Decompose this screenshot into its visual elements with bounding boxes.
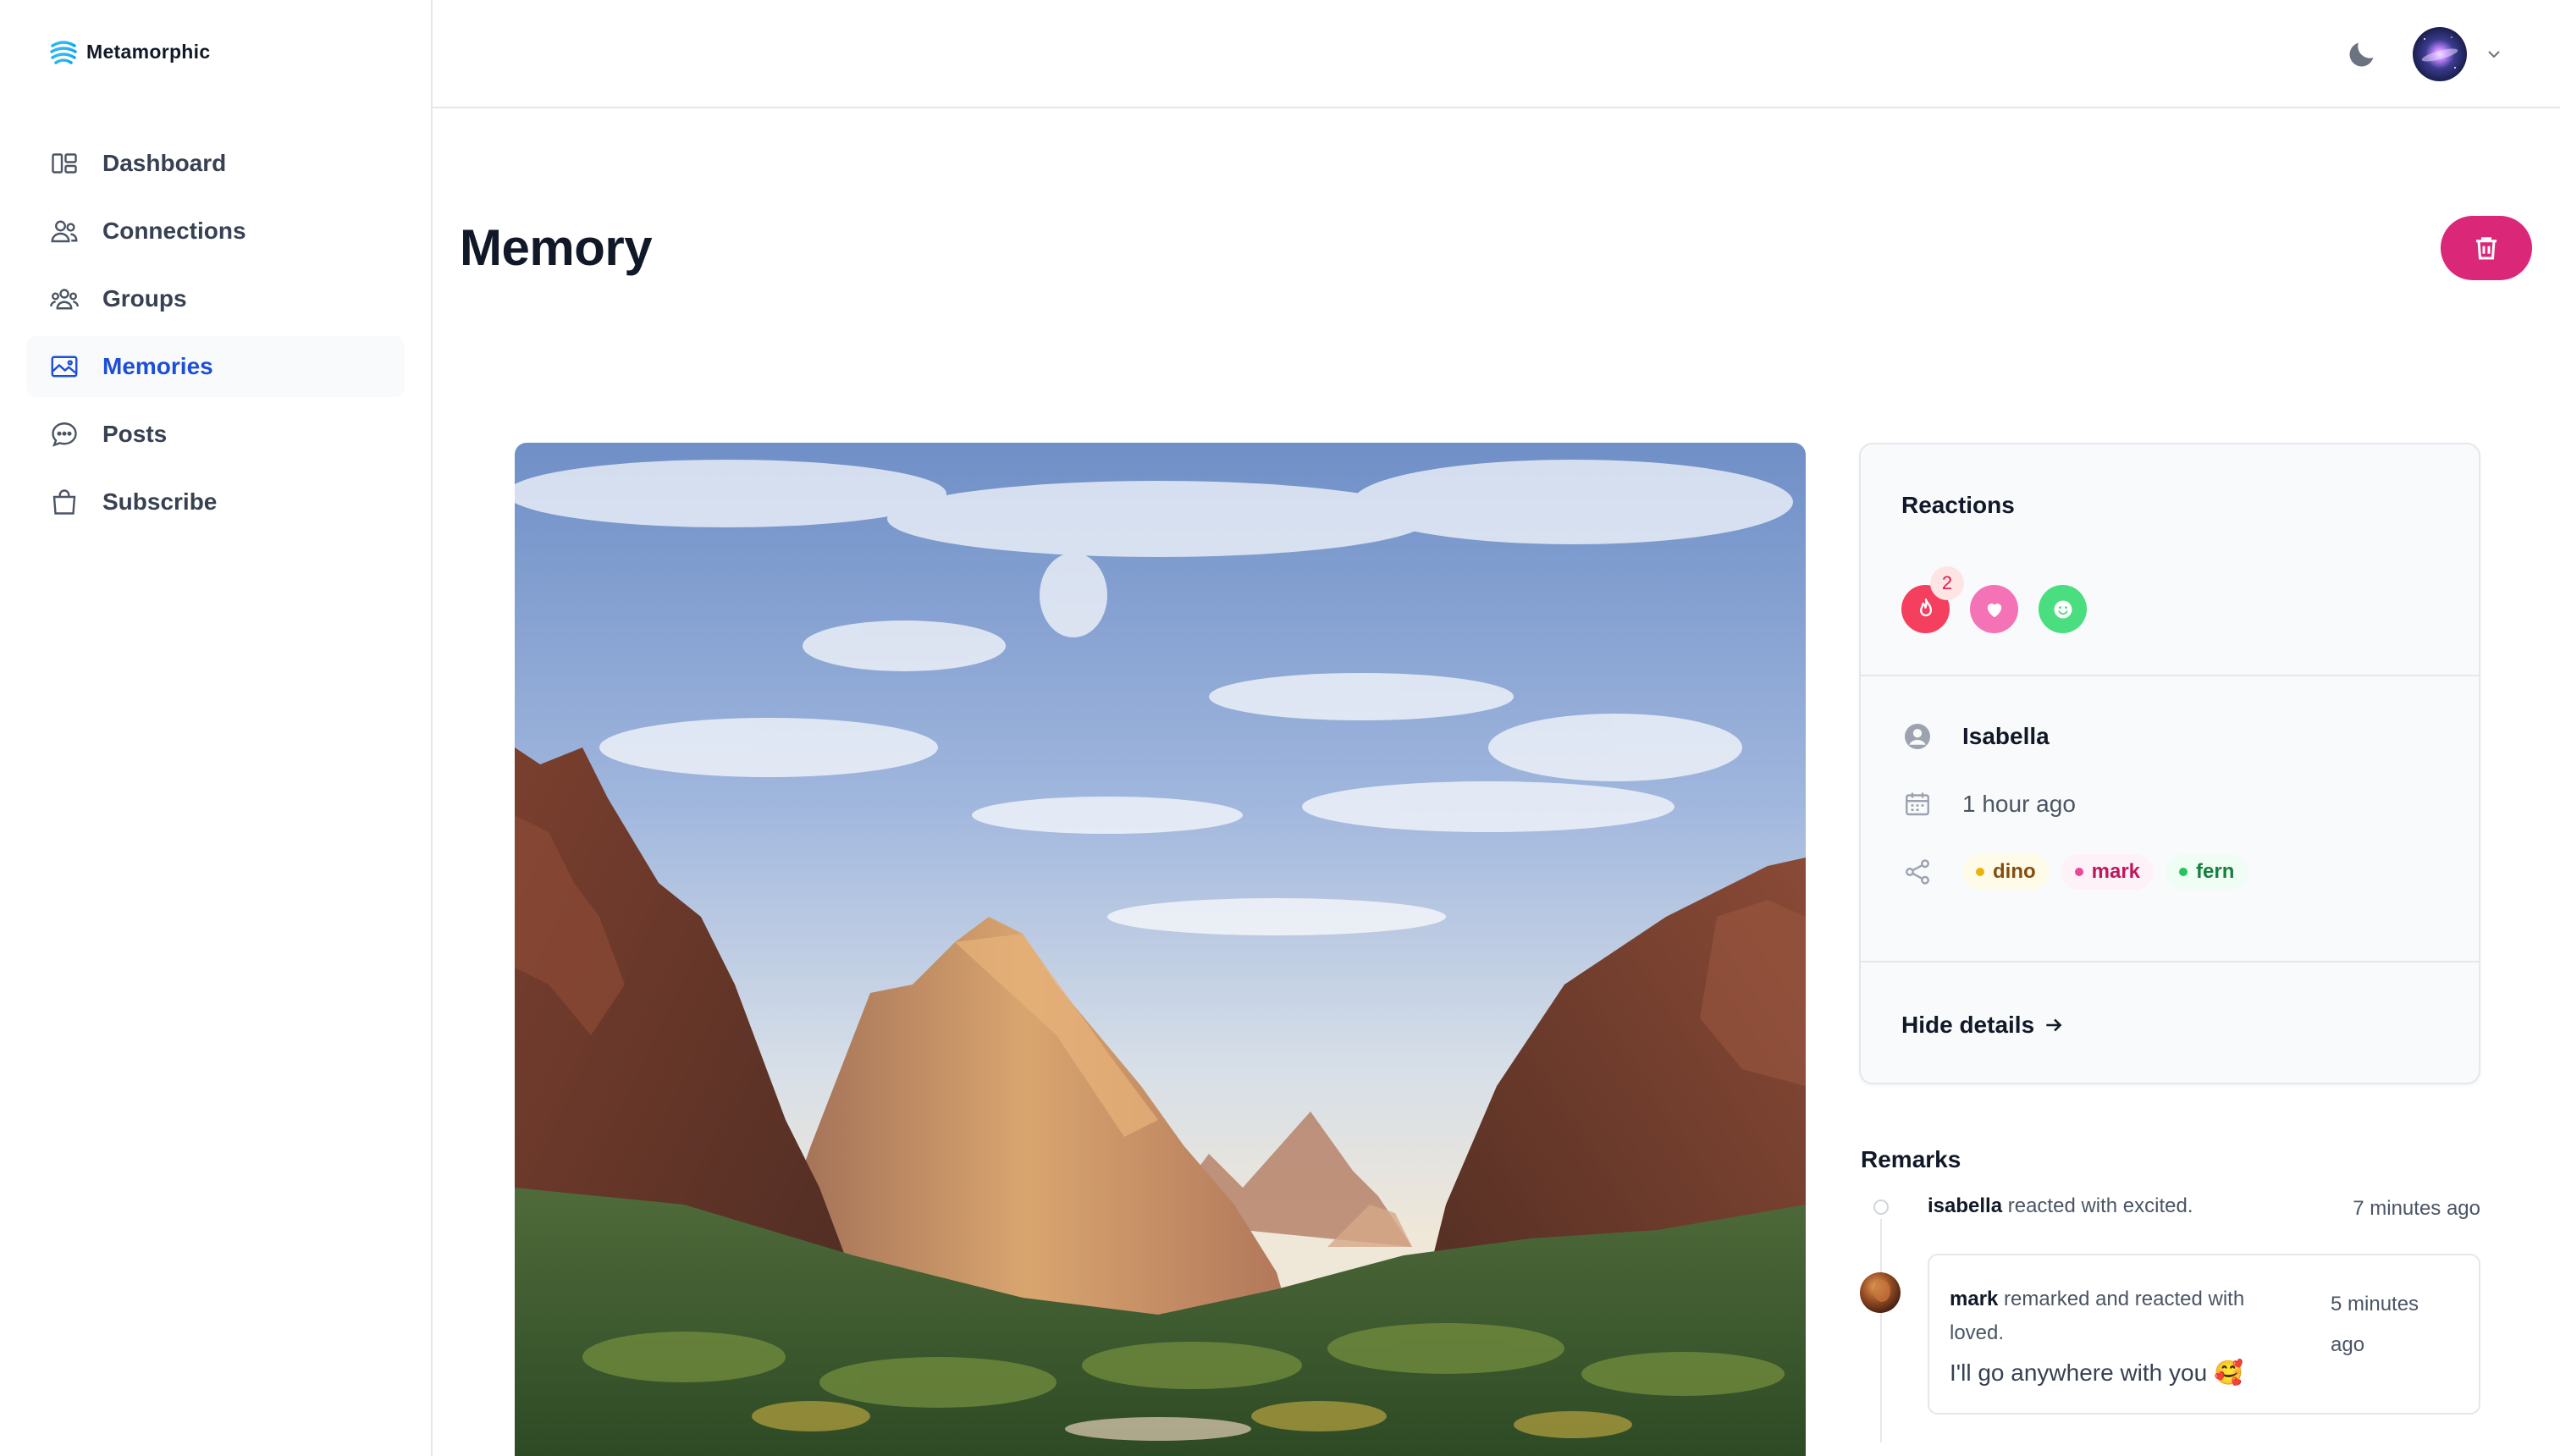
remark-heading: mark remarked and reacted with loved. (1950, 1282, 2288, 1350)
page-title: Memory (460, 219, 653, 276)
top-bar (433, 0, 2560, 108)
divider (1861, 675, 2479, 676)
sidebar-item-connections[interactable]: Connections (26, 201, 405, 262)
tag-dot (2179, 868, 2188, 876)
sidebar-item-memories[interactable]: Memories (26, 336, 405, 397)
divider (1861, 961, 2479, 962)
memory-image[interactable] (515, 443, 1806, 1456)
tag-mark[interactable]: mark (2061, 854, 2154, 890)
memory-time: 1 hour ago (1962, 791, 2076, 817)
time-row: 1 hour ago (1901, 788, 2076, 820)
remark-avatar[interactable] (1860, 1272, 1901, 1313)
shopping-bag-icon (48, 486, 80, 518)
sidebar-item-label: Memories (102, 353, 213, 379)
moon-icon[interactable] (2345, 37, 2379, 71)
author-name[interactable]: Isabella (1962, 723, 2050, 750)
sidebar-item-dashboard[interactable]: Dashboard (26, 133, 405, 194)
tag-dino[interactable]: dino (1962, 854, 2050, 890)
dashboard-icon (48, 147, 80, 179)
sidebar-item-label: Subscribe (102, 488, 218, 515)
sidebar-item-posts[interactable]: Posts (26, 404, 405, 465)
remark-user[interactable]: isabella (1928, 1194, 2002, 1217)
share-icon (1901, 856, 1934, 888)
tag-dot (1976, 868, 1984, 876)
smile-reaction-button[interactable] (2039, 585, 2087, 633)
sidebar-item-groups[interactable]: Groups (26, 268, 405, 329)
logo-icon (50, 41, 77, 64)
heart-icon (1987, 603, 2001, 617)
user-circle-icon (1901, 720, 1934, 753)
sidebar-item-label: Groups (102, 285, 187, 312)
sidebar-nav: Dashboard Connections Groups Memories Po… (26, 133, 405, 539)
calendar-icon (1901, 788, 1934, 820)
timeline-line (1880, 1219, 1882, 1442)
arrow-right-icon (2046, 1018, 2062, 1032)
remark-time: 5 minutes ago (2331, 1293, 2419, 1356)
brand[interactable]: Metamorphic (49, 37, 210, 66)
chevron-down-icon[interactable] (2484, 44, 2504, 64)
shared-with-row: dino mark fern (1901, 854, 2248, 890)
sidebar-item-label: Dashboard (102, 150, 227, 176)
tag-fern[interactable]: fern (2166, 854, 2248, 890)
sidebar-item-label: Posts (102, 421, 168, 447)
memory-details-card: Reactions 2 Isabella 1 hour ago dino mar (1859, 443, 2480, 1084)
sidebar-item-subscribe[interactable]: Subscribe (26, 472, 405, 532)
tag-label: mark (2091, 860, 2141, 883)
group-icon (48, 283, 80, 315)
brand-name: Metamorphic (86, 40, 211, 63)
users-icon (48, 215, 80, 247)
remark-time: 7 minutes ago (2353, 1197, 2480, 1220)
image-icon (48, 350, 80, 383)
delete-button[interactable] (2441, 216, 2532, 280)
smile-icon (2054, 600, 2072, 618)
reactions-list: 2 (1901, 566, 2087, 633)
remark-activity: isabella reacted with excited. (1928, 1194, 2193, 1218)
remark-card: mark remarked and reacted with loved. 5 … (1928, 1254, 2480, 1415)
user-avatar[interactable] (2413, 27, 2467, 81)
heart-reaction-button[interactable] (1970, 585, 2018, 633)
remark-user[interactable]: mark (1950, 1288, 1998, 1310)
tag-label: dino (1993, 860, 2036, 883)
reaction-count-badge: 2 (1930, 566, 1964, 600)
hide-details-label: Hide details (1901, 1012, 2035, 1038)
sidebar-item-label: Connections (102, 218, 246, 244)
remark-action: reacted with excited. (2007, 1194, 2193, 1217)
chat-bubble-icon (48, 418, 80, 450)
shared-tags: dino mark fern (1962, 854, 2248, 890)
tag-dot (2074, 868, 2083, 876)
author-row: Isabella (1901, 720, 2050, 753)
remark-text: I'll go anywhere with you 🥰 (1950, 1359, 2243, 1386)
remarks-title: Remarks (1861, 1146, 1961, 1172)
fire-reaction-button[interactable]: 2 (1901, 566, 1964, 633)
tag-label: fern (2196, 860, 2235, 883)
reactions-title: Reactions (1901, 492, 2015, 518)
timeline-dot (1873, 1200, 1889, 1215)
sidebar: Metamorphic Dashboard Connections Groups… (0, 0, 433, 1456)
fire-icon (1919, 598, 1932, 616)
hide-details-link[interactable]: Hide details (1901, 1012, 2065, 1039)
trash-icon (2476, 237, 2497, 260)
